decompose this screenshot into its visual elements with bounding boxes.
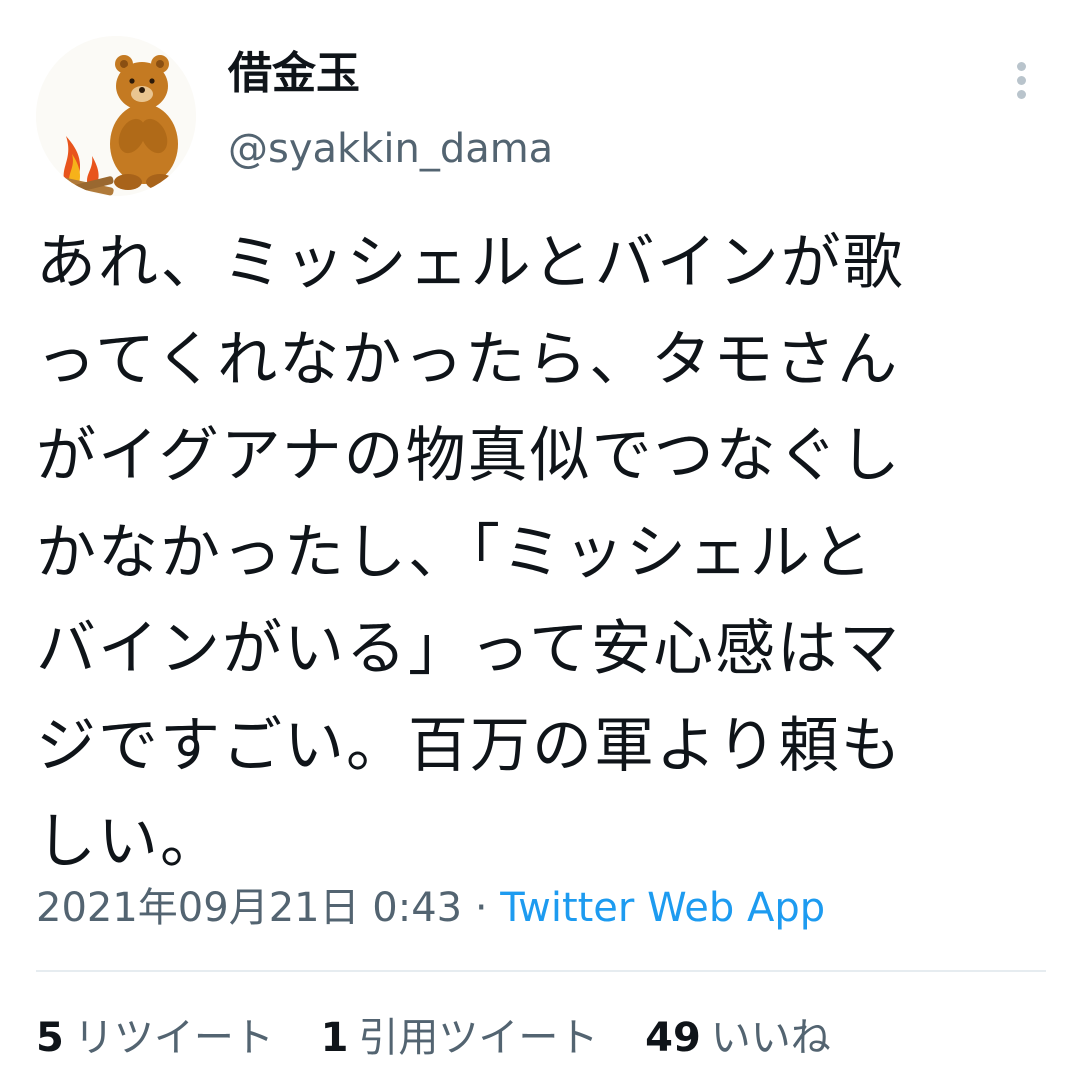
tweet-text: あれ、ミッシェルとバインが歌 ってくれなかったら、タモさん がイグアナの物真似で… (36, 215, 1046, 891)
retweets-label: リツイート (73, 1015, 274, 1061)
author-display-name[interactable]: 借金玉 (228, 44, 360, 104)
tweet-stats: 5 リツイート 1 引用ツイート 49 いいね (36, 1008, 865, 1068)
tweet-text-line: しい。 (36, 807, 222, 877)
quotes-stat[interactable]: 1 引用ツイート (321, 1015, 599, 1061)
author-handle[interactable]: @syakkin_dama (228, 122, 553, 176)
quotes-count: 1 (320, 1015, 349, 1061)
more-options-button[interactable] (1000, 52, 1044, 108)
tweet-source-link[interactable]: Twitter Web App (500, 885, 825, 931)
likes-count: 49 (645, 1015, 701, 1061)
tweet-text-line: バインがいる」って安心感はマ (36, 614, 901, 684)
likes-label: いいね (710, 1015, 831, 1061)
tweet-meta: 2021年09月21日 0:43 · Twitter Web App (36, 878, 825, 938)
likes-stat[interactable]: 49 いいね (645, 1015, 831, 1061)
meta-separator: · (474, 885, 488, 931)
tweet-text-line: ジですごい。百万の軍より頼も (36, 710, 903, 781)
retweets-count: 5 (36, 1015, 64, 1061)
tweet-text-line: ってくれなかったら、タモさん (36, 324, 900, 395)
tweet-text-line: がイグアナの物真似でつなぐし (36, 421, 902, 491)
tweet-text-line: あれ、ミッシェルとバインが歌 (36, 228, 905, 298)
bear-campfire-avatar-icon (36, 36, 196, 196)
tweet-timestamp[interactable]: 2021年09月21日 0:43 (36, 885, 462, 931)
divider (36, 970, 1046, 972)
retweets-stat[interactable]: 5 リツイート (36, 1015, 274, 1061)
quotes-label: 引用ツイート (358, 1015, 599, 1061)
avatar[interactable] (36, 36, 196, 196)
tweet-text-line: かなかったし、「ミッシェルと (36, 517, 874, 588)
